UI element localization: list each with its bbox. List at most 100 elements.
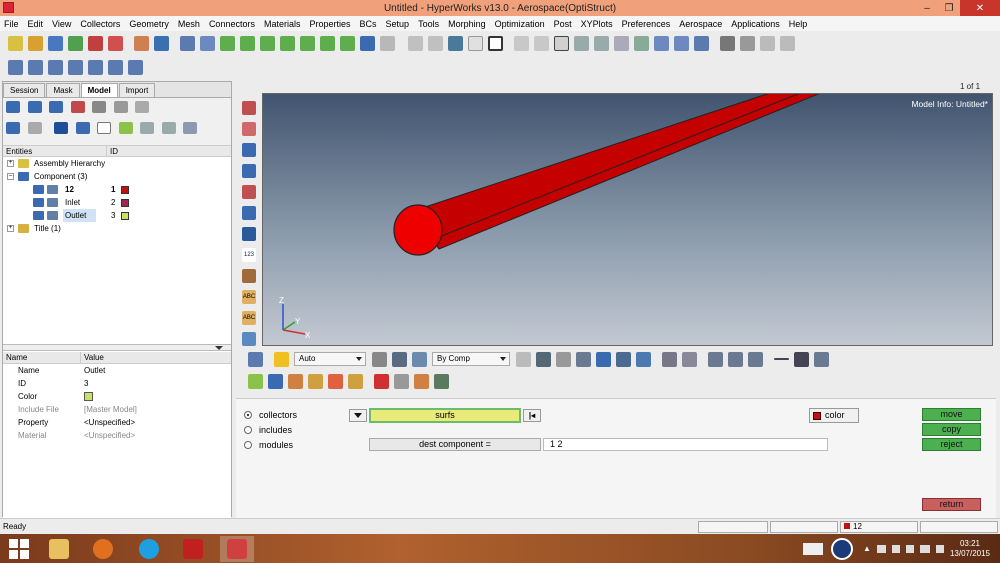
browser-assembly-icon[interactable] — [6, 101, 20, 113]
component-display-icon[interactable] — [288, 373, 303, 389]
tree-row-title[interactable]: + Title (1) — [3, 222, 231, 235]
view-save-icon[interactable] — [360, 35, 375, 51]
abc-label-icon[interactable]: ABC — [242, 290, 256, 304]
view-xy-bottom-icon[interactable] — [240, 35, 255, 51]
shaded-icon[interactable] — [242, 143, 256, 157]
assembly-display-icon[interactable] — [308, 373, 323, 389]
orientation-icon[interactable] — [616, 351, 631, 367]
entity-display-icon[interactable] — [248, 351, 263, 367]
move-button[interactable]: move — [922, 408, 981, 421]
view-iso-icon[interactable] — [340, 35, 355, 51]
color-swatch[interactable] — [121, 186, 129, 194]
taskbar-acrobat[interactable] — [176, 536, 210, 562]
pan-icon[interactable] — [634, 35, 649, 51]
browser-eye-icon[interactable] — [161, 122, 176, 134]
favorite-icon[interactable] — [274, 351, 289, 367]
component-icon[interactable] — [48, 59, 63, 75]
renumber-icon[interactable] — [414, 373, 429, 389]
browser-view-icon[interactable] — [135, 101, 150, 113]
return-button[interactable]: return — [922, 498, 981, 511]
radio-on-icon[interactable] — [244, 411, 252, 419]
color-button[interactable]: color — [809, 408, 859, 423]
menu-connectors[interactable]: Connectors — [209, 19, 255, 29]
front-icon[interactable] — [534, 35, 549, 51]
ortho-icon[interactable] — [694, 35, 709, 51]
start-button[interactable] — [2, 536, 36, 562]
previous-icon[interactable] — [708, 351, 723, 367]
connector-icon[interactable] — [434, 373, 449, 389]
paste-icon[interactable] — [760, 35, 775, 51]
dest-component-button[interactable]: dest component = — [369, 438, 541, 451]
show-icon[interactable] — [468, 35, 483, 51]
systems-display-icon[interactable] — [348, 373, 363, 389]
copy-button[interactable]: copy — [922, 423, 981, 436]
prop-row-id[interactable]: ID 3 — [3, 377, 231, 390]
transparency-icon[interactable] — [242, 206, 256, 220]
menu-setup[interactable]: Setup — [386, 19, 410, 29]
line-icon[interactable] — [556, 351, 571, 367]
menu-tools[interactable]: Tools — [418, 19, 439, 29]
help-icon[interactable] — [831, 537, 854, 560]
browser-show-all-icon[interactable] — [140, 122, 155, 134]
graphics-viewport[interactable]: Model Info: Untitled* Z Y X — [262, 93, 993, 346]
minus-icon[interactable] — [774, 358, 789, 360]
color-swatch[interactable] — [84, 392, 93, 401]
wireframe-icon[interactable] — [242, 164, 256, 178]
cut-icon[interactable] — [720, 35, 735, 51]
zoom-icon[interactable] — [180, 35, 195, 51]
paint-icon[interactable] — [392, 351, 407, 367]
collapse-icon[interactable]: – — [7, 173, 14, 180]
model-browser-icon[interactable] — [154, 35, 169, 51]
delete-entity-icon[interactable] — [374, 373, 389, 389]
menu-geometry[interactable]: Geometry — [129, 19, 169, 29]
prop-row-material[interactable]: Material <Unspecified> — [3, 429, 231, 442]
tab-session[interactable]: Session — [3, 83, 46, 97]
network-icon[interactable] — [876, 544, 886, 553]
expand-icon[interactable]: + — [7, 160, 14, 167]
tab-import[interactable]: Import — [118, 83, 156, 97]
menu-aerospace[interactable]: Aerospace — [679, 19, 722, 29]
view-xz-left-icon[interactable] — [260, 35, 275, 51]
menu-edit[interactable]: Edit — [28, 19, 44, 29]
browser-reverse-icon[interactable] — [183, 122, 198, 134]
property-icon[interactable] — [88, 59, 103, 75]
browser-split-icon[interactable] — [27, 122, 42, 134]
panel-splitter[interactable] — [3, 344, 231, 351]
menu-file[interactable]: File — [4, 19, 19, 29]
menu-optimization[interactable]: Optimization — [495, 19, 545, 29]
view-yz-icon[interactable] — [300, 35, 315, 51]
menu-preferences[interactable]: Preferences — [622, 19, 671, 29]
feature-icon[interactable] — [242, 185, 256, 199]
by-comp-combo[interactable]: By Comp — [432, 352, 510, 366]
menu-materials[interactable]: Materials — [264, 19, 301, 29]
copy-icon[interactable] — [740, 35, 755, 51]
browser-load-icon[interactable] — [113, 101, 128, 113]
radio-off-icon[interactable] — [244, 441, 252, 449]
browser-display-icon[interactable] — [75, 122, 90, 134]
view-yz-back-icon[interactable] — [320, 35, 335, 51]
edges-icon[interactable] — [242, 269, 256, 283]
export-icon[interactable] — [68, 35, 83, 51]
view-xy-top-icon[interactable] — [220, 35, 235, 51]
prop-value[interactable]: <Unspecified> — [81, 429, 135, 442]
grid-icon[interactable] — [662, 351, 677, 367]
reject-button[interactable]: reject — [922, 438, 981, 451]
volume-icon[interactable] — [891, 544, 900, 553]
prop-row-name[interactable]: Name Outlet — [3, 364, 231, 377]
menu-view[interactable]: View — [52, 19, 71, 29]
loadstep-icon[interactable] — [128, 59, 143, 75]
plus-icon[interactable] — [794, 351, 809, 367]
prop-value[interactable]: <Unspecified> — [81, 416, 135, 429]
prop-row-property[interactable]: Property <Unspecified> — [3, 416, 231, 429]
browser-expand-icon[interactable] — [6, 122, 20, 134]
import-icon[interactable] — [28, 35, 43, 51]
menu-properties[interactable]: Properties — [309, 19, 350, 29]
next-icon[interactable] — [728, 351, 743, 367]
restore-button[interactable]: ❐ — [938, 0, 960, 16]
load-collector-icon[interactable] — [108, 59, 123, 75]
hide-icon[interactable] — [448, 35, 463, 51]
organize-icon[interactable] — [394, 373, 409, 389]
screen-icon[interactable] — [636, 351, 651, 367]
menu-applications[interactable]: Applications — [731, 19, 780, 29]
save-icon[interactable] — [48, 35, 63, 51]
